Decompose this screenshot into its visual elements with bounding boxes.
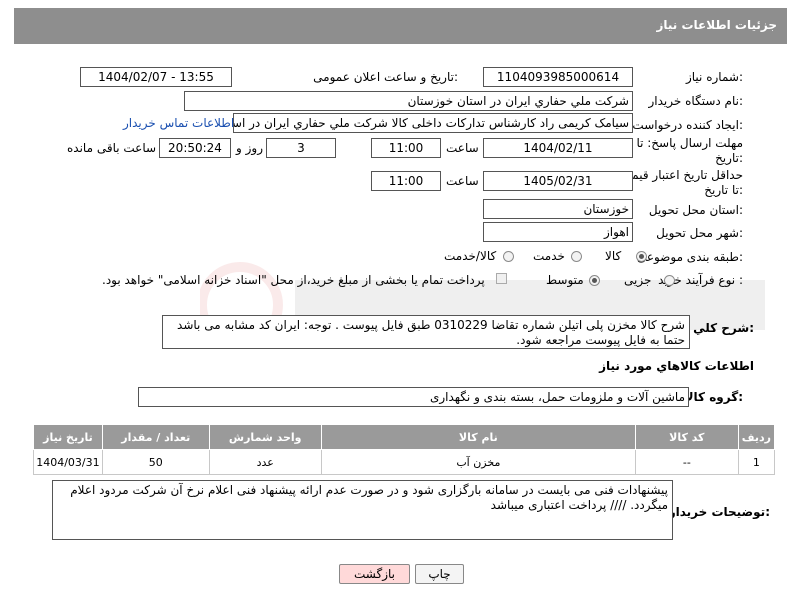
reply-remaining-field[interactable]: 20:50:24 bbox=[159, 138, 231, 158]
need-number-label: شماره نیاز: bbox=[685, 70, 743, 84]
goods-table: تاریخ نیاز تعداد / مقدار واحد شمارش نام … bbox=[33, 424, 776, 475]
cell-row: 1 bbox=[737, 449, 776, 475]
remaining-label: ساعت باقی مانده bbox=[67, 141, 157, 155]
back-button[interactable]: بازگشت bbox=[339, 564, 410, 584]
creator-field[interactable]: سیامک کریمی راد کارشناس تدارکات داخلی کا… bbox=[233, 113, 633, 133]
creator-label: ایجاد کننده درخواست: bbox=[632, 118, 743, 132]
table-row[interactable]: 1404/03/31 50 عدد مخزن آب -- 1 bbox=[33, 449, 776, 475]
process-partial-label: جزیی bbox=[624, 273, 652, 287]
announce-datetime-field[interactable]: 1404/02/07 - 13:55 bbox=[80, 67, 232, 87]
general-description-field[interactable]: شرح کالا مخزن پلی اتیلن شماره تقاضا 0310… bbox=[162, 315, 690, 349]
category-goods-service-label: کالا/خدمت bbox=[444, 249, 497, 263]
buyer-notes-label: توضیحات خریدار: bbox=[668, 505, 770, 519]
buyer-notes-field[interactable]: پیشنهادات فنی می بایست در سامانه بارگزار… bbox=[52, 480, 673, 540]
goods-group-field[interactable]: ماشین آلات و ملزومات حمل، بسته بندی و نگ… bbox=[138, 387, 689, 407]
announce-datetime-label: تاریخ و ساعت اعلان عمومی: bbox=[313, 70, 458, 84]
category-goods-radio[interactable] bbox=[636, 251, 647, 262]
day-and-label: روز و bbox=[236, 141, 263, 155]
buyer-org-field[interactable]: شرکت ملي حفاري ايران در استان خوزستان bbox=[184, 91, 633, 111]
col-header-unit: واحد شمارش bbox=[208, 424, 322, 450]
category-goods-label: کالا bbox=[605, 249, 622, 263]
goods-group-label: گروه کالا: bbox=[684, 390, 743, 404]
treasury-payment-checkbox[interactable] bbox=[496, 273, 507, 284]
reply-time-label: ساعت bbox=[446, 141, 479, 155]
process-partial-radio[interactable] bbox=[664, 275, 675, 286]
print-button[interactable]: چاپ bbox=[415, 564, 464, 584]
price-time-label: ساعت bbox=[446, 174, 479, 188]
reply-time-field[interactable]: 11:00 bbox=[371, 138, 441, 158]
goods-table-header: تاریخ نیاز تعداد / مقدار واحد شمارش نام … bbox=[33, 424, 776, 450]
cell-name: مخزن آب bbox=[320, 449, 636, 475]
goods-info-title: اطلاعات کالاهاي مورد نياز bbox=[599, 359, 754, 373]
col-header-date: تاریخ نیاز bbox=[33, 424, 103, 450]
buyer-org-label: نام دستگاه خریدار: bbox=[648, 94, 744, 108]
page-header: جزئیات اطلاعات نیاز bbox=[14, 8, 787, 44]
category-service-label: خدمت bbox=[533, 249, 565, 263]
reply-date-field[interactable]: 1404/02/11 bbox=[483, 138, 633, 158]
col-header-qty: تعداد / مقدار bbox=[101, 424, 210, 450]
price-date-field[interactable]: 1405/02/31 bbox=[483, 171, 633, 191]
page-title: جزئیات اطلاعات نیاز bbox=[656, 18, 777, 32]
reply-days-field[interactable]: 3 bbox=[266, 138, 336, 158]
reply-deadline-label: مهلت ارسال پاسخ: تا تاریخ: bbox=[636, 136, 743, 165]
category-service-radio[interactable] bbox=[571, 251, 582, 262]
treasury-payment-note: پرداخت تمام یا بخشی از مبلغ خرید،از محل … bbox=[102, 273, 485, 287]
col-header-code: کد کالا bbox=[634, 424, 739, 450]
col-header-row: ردیف bbox=[737, 424, 776, 450]
col-header-name: نام کالا bbox=[320, 424, 636, 450]
buyer-contact-link[interactable]: اطلاعات تماس خریدار bbox=[123, 116, 234, 130]
process-medium-radio[interactable] bbox=[589, 275, 600, 286]
cell-unit: عدد bbox=[208, 449, 322, 475]
need-number-field[interactable]: 1104093985000614 bbox=[483, 67, 633, 87]
cell-code: -- bbox=[634, 449, 739, 475]
cell-date: 1404/03/31 bbox=[33, 449, 103, 475]
price-time-field[interactable]: 11:00 bbox=[371, 171, 441, 191]
delivery-city-field[interactable]: اهواز bbox=[483, 222, 633, 242]
category-label: طبقه بندی موضوعی: bbox=[636, 250, 743, 264]
category-goods-service-radio[interactable] bbox=[503, 251, 514, 262]
process-medium-label: متوسط bbox=[546, 273, 584, 287]
delivery-province-label: استان محل تحویل: bbox=[648, 203, 743, 217]
cell-qty: 50 bbox=[101, 449, 210, 475]
delivery-city-label: شهر محل تحویل: bbox=[656, 226, 743, 240]
delivery-province-field[interactable]: خوزستان bbox=[483, 199, 633, 219]
